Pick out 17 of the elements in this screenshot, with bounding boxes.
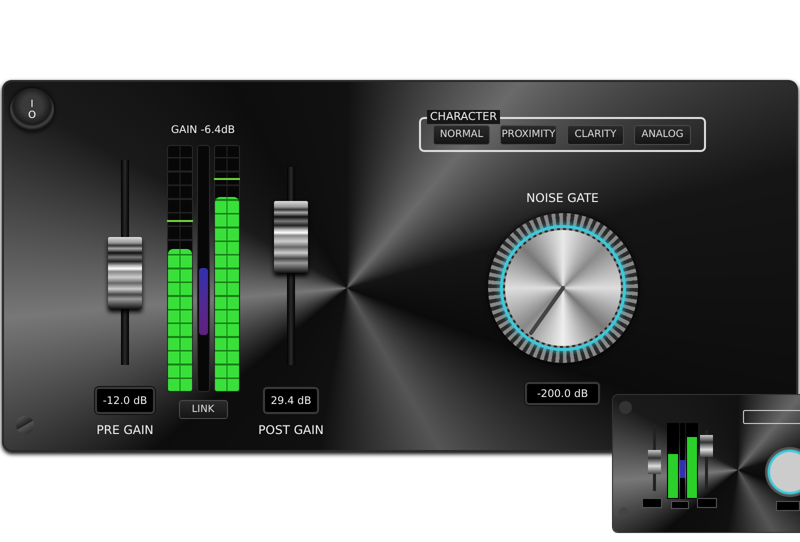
gain-readout: GAIN -6.4dB: [171, 124, 235, 138]
power-switch[interactable]: I O: [10, 88, 54, 132]
value-display: 29.4 dB: [262, 387, 320, 414]
group-title: CHARACTER: [427, 110, 500, 124]
fader-label: PRE GAIN: [96, 423, 154, 437]
value-display: -12.0 dB: [94, 387, 156, 414]
screw-icon: [16, 416, 34, 434]
character-button[interactable]: PROXIMITY: [500, 124, 557, 144]
fader-label: POST GAIN: [258, 423, 324, 437]
character-button[interactable]: ANALOG: [634, 124, 691, 144]
fader-thumb[interactable]: [108, 237, 142, 310]
fader-thumb[interactable]: [274, 201, 308, 274]
link-button[interactable]: LINK: [178, 400, 228, 419]
character-button[interactable]: NORMAL: [433, 124, 490, 144]
value-display: -200.0 dB: [524, 382, 600, 405]
knob-label: NOISE GATE: [526, 191, 599, 205]
character-button[interactable]: CLARITY: [567, 124, 624, 144]
